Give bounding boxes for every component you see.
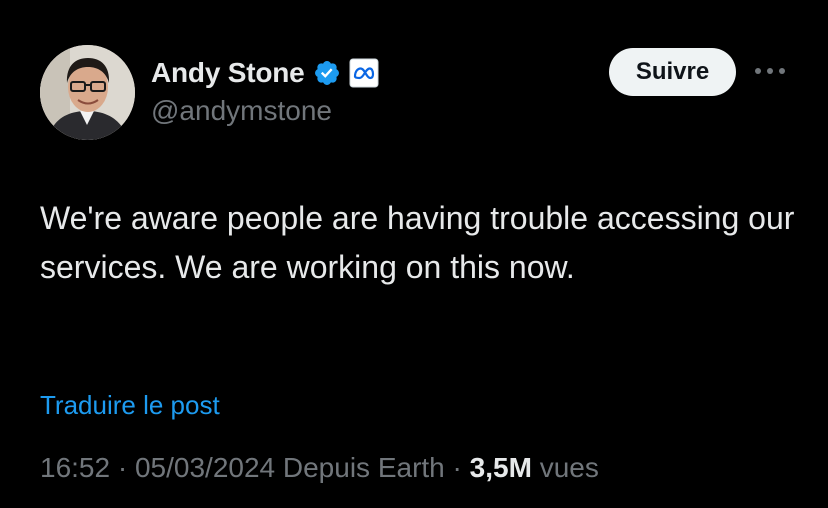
post-date[interactable]: 05/03/2024 <box>135 452 275 483</box>
post-text: We're aware people are having trouble ac… <box>40 200 795 285</box>
author-display-name[interactable]: Andy Stone <box>151 57 305 89</box>
author-handle[interactable]: @andymstone <box>151 95 332 127</box>
more-horizontal-icon[interactable] <box>752 56 788 86</box>
translate-post-link[interactable]: Traduire le post <box>40 390 220 421</box>
meta-logo-icon[interactable] <box>349 58 379 88</box>
post-source: Depuis Earth <box>282 452 445 483</box>
follow-button[interactable]: Suivre <box>609 48 736 96</box>
meta-separator: · <box>452 452 462 483</box>
tweet-container: Andy Stone @andymstone Suivre We're awar… <box>0 0 828 508</box>
meta-separator: · <box>117 452 128 483</box>
post-time[interactable]: 16:52 <box>40 452 110 483</box>
views-label: vues <box>539 452 599 483</box>
verified-badge-icon[interactable] <box>313 59 341 87</box>
author-name-row: Andy Stone <box>151 53 379 93</box>
avatar-image <box>40 45 135 140</box>
avatar[interactable] <box>40 45 135 140</box>
views-count[interactable]: 3,5M <box>470 452 532 483</box>
post-meta: 16:52 · 05/03/2024 Depuis Earth · 3,5M v… <box>40 452 599 484</box>
